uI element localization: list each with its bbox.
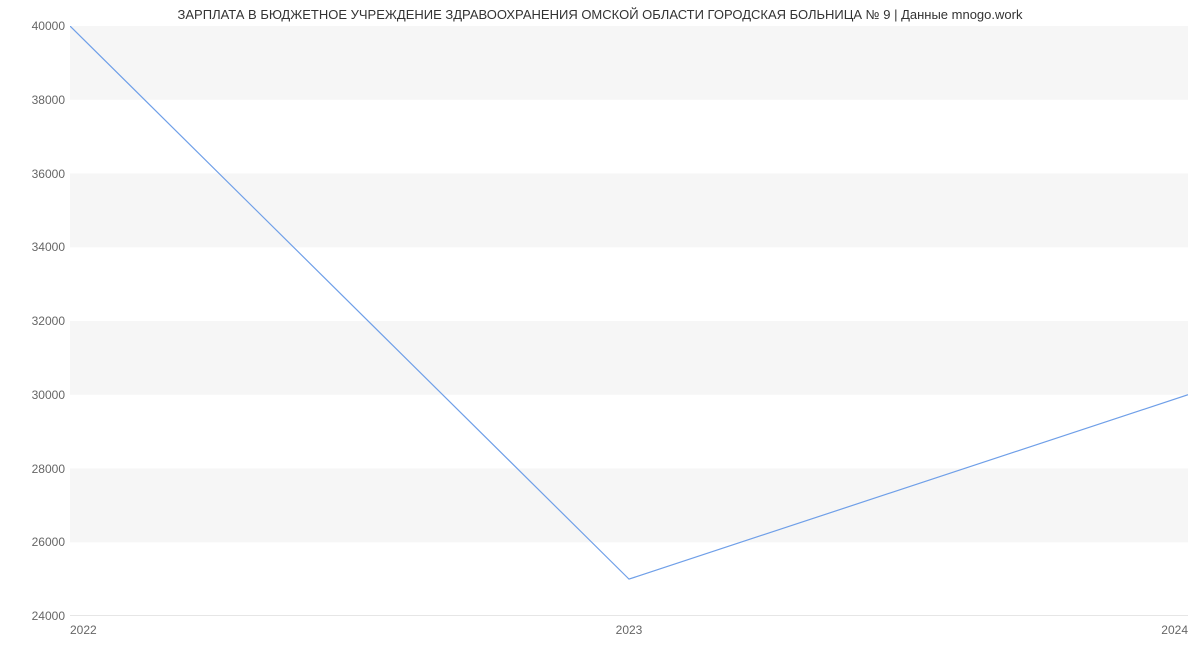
y-tick-label: 38000 (10, 94, 65, 106)
grid-band (70, 26, 1188, 100)
y-tick-label: 30000 (10, 389, 65, 401)
grid-bands (70, 26, 1188, 542)
grid-band (70, 174, 1188, 248)
y-tick-label: 28000 (10, 463, 65, 475)
chart-svg (70, 26, 1188, 616)
grid-band (70, 321, 1188, 395)
y-tick-label: 32000 (10, 315, 65, 327)
y-tick-label: 34000 (10, 241, 65, 253)
y-tick-label: 40000 (10, 20, 65, 32)
grid-band (70, 469, 1188, 543)
x-tick-label: 2023 (599, 624, 659, 636)
plot-area (70, 26, 1188, 616)
x-tick-label: 2022 (70, 624, 130, 636)
x-tick-label: 2024 (1128, 624, 1188, 636)
y-tick-label: 26000 (10, 536, 65, 548)
y-tick-label: 36000 (10, 168, 65, 180)
chart-title: ЗАРПЛАТА В БЮДЖЕТНОЕ УЧРЕЖДЕНИЕ ЗДРАВООХ… (0, 7, 1200, 22)
salary-line-chart: ЗАРПЛАТА В БЮДЖЕТНОЕ УЧРЕЖДЕНИЕ ЗДРАВООХ… (0, 0, 1200, 650)
y-tick-label: 24000 (10, 610, 65, 622)
